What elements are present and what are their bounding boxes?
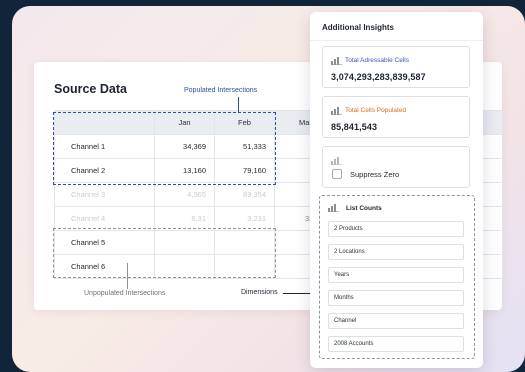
cell-value: 89,354	[214, 182, 275, 207]
populated-intersections-label: Populated Intersections	[184, 87, 258, 94]
list-item-channel[interactable]: Channel	[328, 313, 464, 329]
total-cells-populated-label: Total Cells Populated	[345, 107, 407, 114]
list-item-months[interactable]: Months	[328, 290, 464, 306]
list-item-years[interactable]: Years	[328, 267, 464, 283]
total-addressable-cells-card: Total Adressable Cells 3,074,293,283,839…	[322, 46, 470, 88]
insights-divider	[310, 40, 483, 41]
background-canvas: Source Data Jan Feb Mar Channel 1 34,369…	[12, 6, 525, 372]
total-cells-populated-card: Total Cells Populated 85,841,543	[322, 96, 470, 138]
grid-corner-cell	[54, 110, 155, 135]
list-counts-header: List Counts	[328, 204, 382, 212]
row-label: Channel 3	[54, 182, 155, 207]
bar-chart-icon	[331, 57, 342, 65]
suppress-zero-checkbox[interactable]	[332, 169, 342, 179]
bar-chart-icon	[331, 157, 342, 165]
list-item-accounts[interactable]: 2008 Accounts	[328, 336, 464, 352]
unpopulated-connector	[127, 263, 128, 289]
unpopulated-intersections-label: Unpopulated Intersections	[84, 290, 166, 297]
month-header-jan: Jan	[154, 110, 215, 135]
suppress-zero-label: Suppress Zero	[350, 170, 400, 179]
list-counts-title: List Counts	[346, 205, 382, 212]
bar-chart-icon	[331, 107, 342, 115]
cell-value: 3,231	[214, 206, 275, 231]
suppress-zero-card: Suppress Zero	[322, 146, 470, 188]
insights-title: Additional Insights	[322, 23, 394, 32]
cell-value	[154, 254, 215, 279]
cell-value: 13,160	[154, 158, 215, 183]
list-counts-section: List Counts 2 Products 2 Locations Years…	[319, 195, 475, 359]
list-item-locations[interactable]: 2 Locations	[328, 244, 464, 260]
dimensions-label: Dimensions	[241, 289, 278, 296]
total-addressable-cells-value: 3,074,293,283,839,587	[331, 72, 426, 82]
total-cells-populated-value: 85,841,543	[331, 122, 378, 132]
cell-value: 79,160	[214, 158, 275, 183]
cell-value	[154, 230, 215, 255]
row-label: Channel 1	[54, 134, 155, 159]
total-addressable-cells-label: Total Adressable Cells	[345, 57, 409, 64]
row-label: Channel 4	[54, 206, 155, 231]
row-label: Channel 6	[54, 254, 155, 279]
cell-value: 34,369	[154, 134, 215, 159]
row-label: Channel 5	[54, 230, 155, 255]
source-data-title: Source Data	[54, 82, 127, 96]
cell-value	[214, 230, 275, 255]
cell-value: 51,333	[214, 134, 275, 159]
additional-insights-panel: Additional Insights Total Adressable Cel…	[310, 12, 483, 368]
bar-chart-icon	[328, 204, 339, 212]
month-header-feb: Feb	[214, 110, 275, 135]
cell-value: 6,31	[154, 206, 215, 231]
cell-value: 4,365	[154, 182, 215, 207]
cell-value	[214, 254, 275, 279]
list-item-products[interactable]: 2 Products	[328, 221, 464, 237]
row-label: Channel 2	[54, 158, 155, 183]
populated-connector	[238, 97, 239, 112]
